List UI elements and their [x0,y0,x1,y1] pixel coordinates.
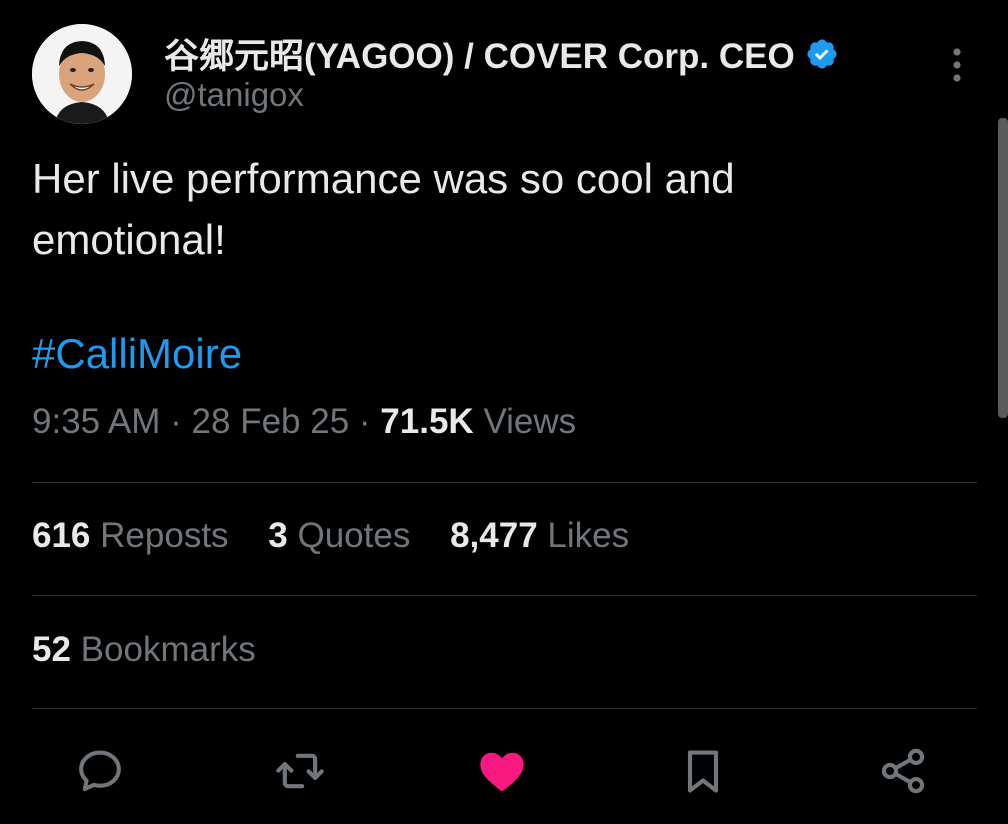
divider [32,595,977,596]
tweet-date[interactable]: 28 Feb 25 [192,402,350,441]
meta-separator: · [170,402,182,441]
like-button[interactable] [476,745,528,797]
bookmarks-count: 52 [32,630,71,669]
repost-arrows-icon [276,753,324,789]
bookmark-icon [687,750,719,793]
quotes-stat[interactable]: 3 Quotes [268,516,420,555]
likes-stat[interactable]: 8,477 Likes [450,516,629,555]
speech-bubble-icon [79,750,121,792]
tweet-detail-view: 谷郷元昭(YAGOO) / COVER Corp. CEO @tanigox H… [0,0,1008,824]
tweet-meta: 9:35 AM · 28 Feb 25 · 71.5K Views [32,402,576,442]
tweet-text: Her live performance was so cool and emo… [32,155,735,263]
bookmarks-label: Bookmarks [80,630,256,669]
repost-button[interactable] [274,745,326,797]
engagement-stats: 616 Reposts 3 Quotes 8,477 Likes [32,516,659,556]
reposts-label: Reposts [100,516,229,555]
tweet-time[interactable]: 9:35 AM [32,402,160,441]
divider [32,482,977,483]
share-icon [881,748,925,794]
quotes-label: Quotes [297,516,411,555]
avatar-image [32,24,132,124]
reply-button[interactable] [74,745,126,797]
views-label: Views [483,402,577,441]
share-button[interactable] [877,745,929,797]
author-name-text: 谷郷元昭(YAGOO) / COVER Corp. CEO [164,37,795,76]
verified-badge-icon[interactable] [805,37,839,71]
likes-count: 8,477 [450,516,538,555]
author-display-name[interactable]: 谷郷元昭(YAGOO) / COVER Corp. CEO [164,28,839,79]
reposts-count: 616 [32,516,91,555]
views-count: 71.5K [380,402,474,441]
likes-label: Likes [547,516,630,555]
more-options-button[interactable] [942,44,972,88]
divider [32,708,977,709]
reposts-stat[interactable]: 616 Reposts [32,516,238,555]
hashtag-link[interactable]: #CalliMoire [32,330,242,378]
bookmarks-stat: 52 Bookmarks [32,630,256,670]
scrollbar[interactable] [998,118,1008,418]
vertical-dots-icon [953,48,961,82]
heart-icon [480,752,524,791]
bookmark-button[interactable] [677,745,729,797]
author-handle[interactable]: @tanigox [164,76,304,114]
quotes-count: 3 [268,516,288,555]
avatar[interactable] [32,24,132,124]
meta-separator: · [358,402,371,441]
